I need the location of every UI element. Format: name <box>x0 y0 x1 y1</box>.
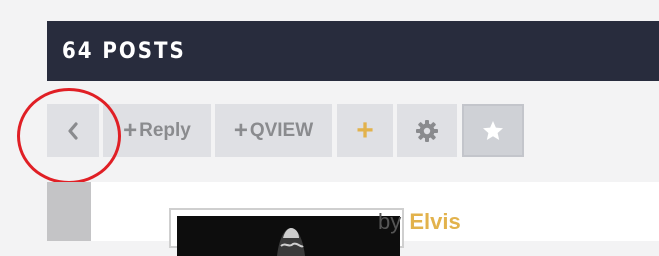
post-byline: by Elvis <box>378 209 461 235</box>
post-area: by Elvis <box>47 182 659 256</box>
post-count-title: 64 POSTS <box>62 38 186 64</box>
reply-button[interactable]: + Reply <box>103 104 211 157</box>
plus-icon: + <box>123 116 138 144</box>
top-strip <box>0 0 659 20</box>
star-icon <box>483 120 503 140</box>
post-sidebar <box>47 182 91 241</box>
plus-icon: + <box>356 113 374 147</box>
gear-icon <box>416 119 438 142</box>
author-link[interactable]: Elvis <box>409 209 460 234</box>
favorite-button[interactable] <box>462 104 524 157</box>
by-label: by <box>378 209 402 234</box>
avatar-image <box>177 216 400 256</box>
add-button[interactable]: + <box>337 104 393 157</box>
back-button[interactable] <box>47 104 99 157</box>
qview-label: QVIEW <box>249 119 314 141</box>
reply-label: Reply <box>139 119 191 141</box>
settings-button[interactable] <box>397 104 457 157</box>
plus-icon: + <box>233 116 248 144</box>
avatar[interactable] <box>169 208 404 256</box>
topic-header: 64 POSTS <box>47 21 659 81</box>
chevron-left-icon <box>68 121 78 140</box>
post-body: by Elvis <box>91 182 659 256</box>
qview-button[interactable]: + QVIEW <box>215 104 332 157</box>
